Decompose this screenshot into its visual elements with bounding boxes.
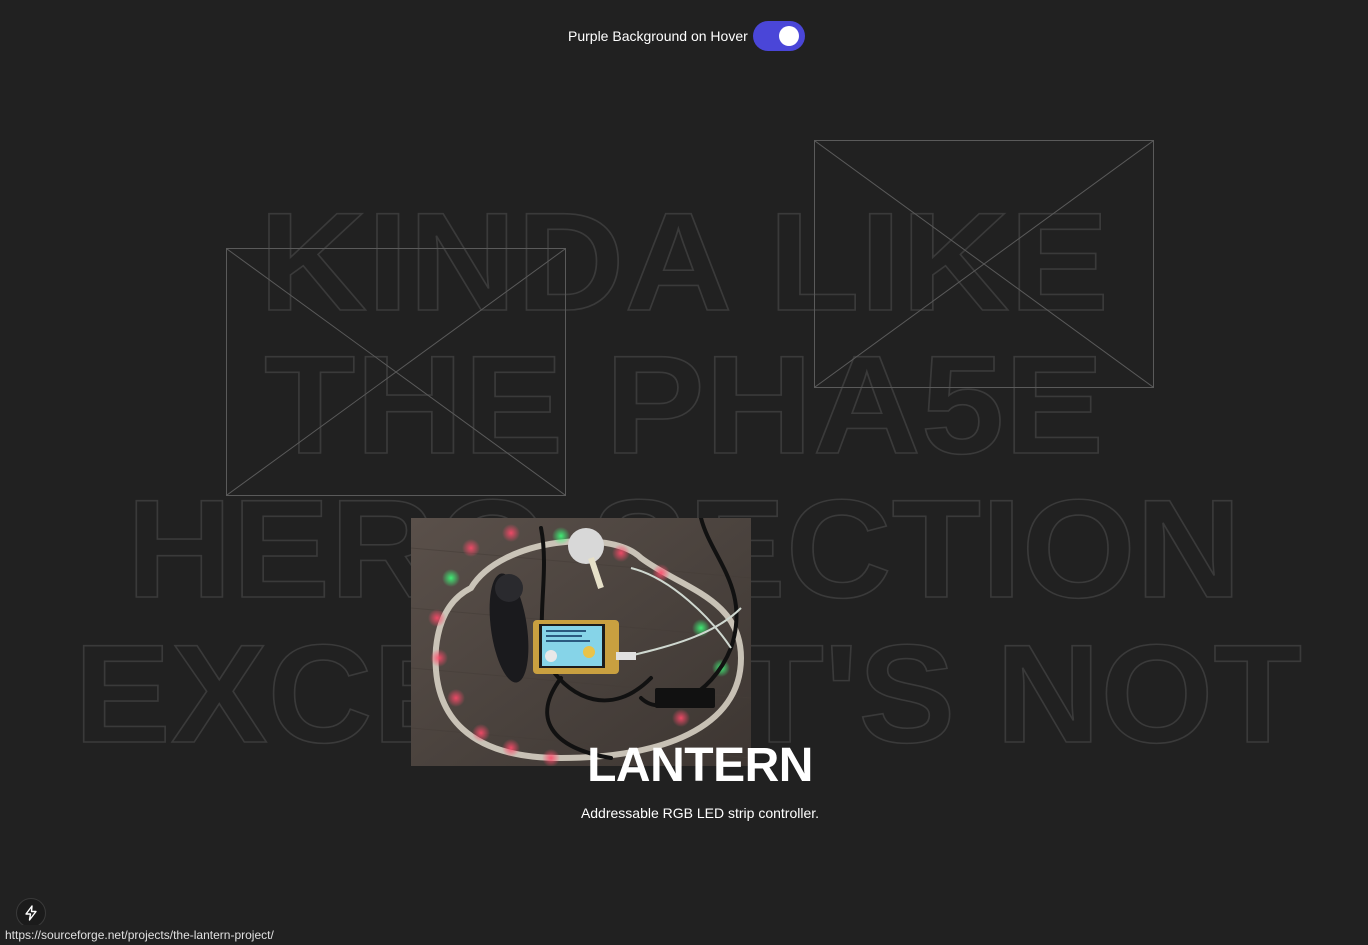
hero-outline-text: KINDA LIKE THE PHA5E HERO SECTION EXCEPT…	[73, 182, 1303, 773]
status-bar-url: https://sourceforge.net/projects/the-lan…	[0, 925, 279, 945]
lantern-project-photo[interactable]	[411, 518, 751, 766]
project-title[interactable]: LANTERN	[580, 738, 820, 793]
project-description: Addressable RGB LED strip controller.	[580, 805, 820, 821]
toggle-label: Purple Background on Hover	[568, 28, 748, 44]
broken-image-icon	[814, 140, 1154, 388]
toggle-knob	[778, 26, 799, 46]
lightning-bolt-icon[interactable]	[16, 898, 46, 928]
led-strip-controller-image	[411, 518, 751, 766]
broken-image-icon	[226, 248, 566, 496]
purple-background-toggle[interactable]	[752, 21, 805, 51]
hover-toggle-control[interactable]: Purple Background on Hover	[568, 21, 805, 51]
